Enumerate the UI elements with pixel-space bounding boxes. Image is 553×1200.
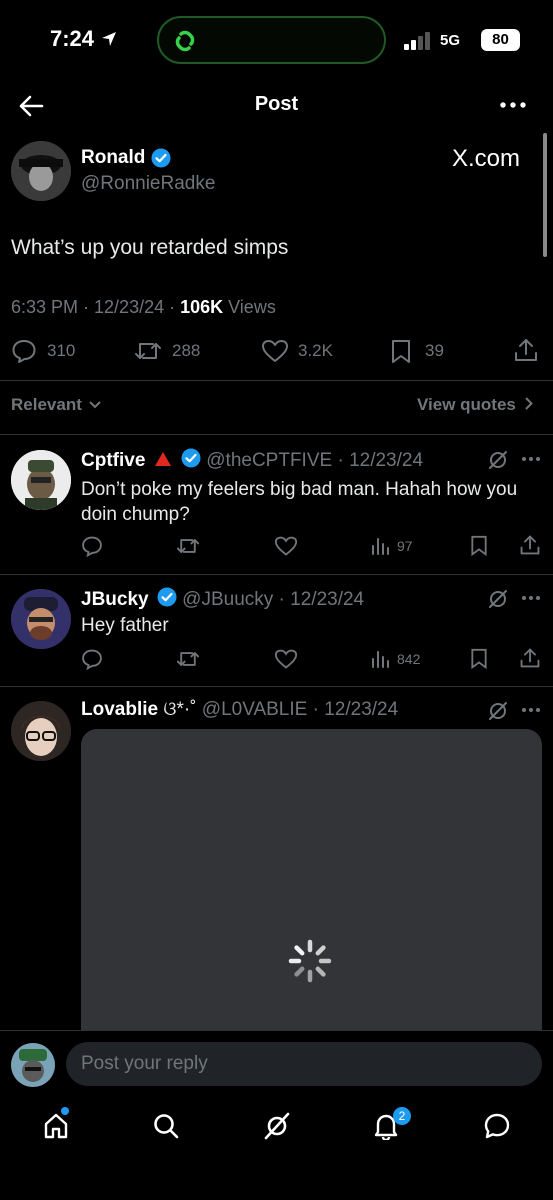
- reply-avatar[interactable]: [11, 450, 71, 510]
- reply-header: Cptfive @theCPTFIVE · 12/23/24: [81, 448, 423, 472]
- repost-icon[interactable]: [176, 535, 200, 557]
- signal-icon: [404, 32, 430, 50]
- divider: [0, 380, 553, 381]
- reply-text-line: Don’t poke my feelers big bad man. Hahah…: [81, 479, 518, 500]
- my-avatar[interactable]: [11, 1043, 55, 1087]
- avatar-image: [11, 589, 71, 649]
- share-icon[interactable]: [519, 534, 541, 556]
- location-arrow-icon: [102, 32, 117, 46]
- battery-level: 80: [481, 29, 520, 51]
- more-options-icon[interactable]: [521, 456, 541, 462]
- grok-icon[interactable]: [487, 700, 509, 722]
- loading-spinner-icon: [288, 939, 332, 983]
- dynamic-island[interactable]: [157, 16, 386, 64]
- reply-handle-date[interactable]: @L0VABLIE · 12/23/24: [202, 699, 398, 720]
- author-avatar[interactable]: [11, 141, 71, 201]
- reply-header: Lovablie ଓ*·˚ @L0VABLIE · 12/23/24: [81, 699, 398, 721]
- search-icon[interactable]: [152, 1112, 180, 1140]
- repost-icon[interactable]: [176, 648, 200, 670]
- reply-author-name[interactable]: JBucky: [81, 589, 149, 610]
- reply-count: 310: [47, 341, 76, 360]
- reply-text: Hey father: [81, 615, 169, 636]
- home-notification-dot: [61, 1107, 69, 1115]
- sort-dropdown[interactable]: Relevant: [11, 395, 101, 415]
- avatar-image: [11, 701, 71, 761]
- media-placeholder[interactable]: [81, 729, 542, 1049]
- views-count[interactable]: 106K: [180, 297, 223, 317]
- clock-text: 7:24: [50, 26, 95, 51]
- share-icon[interactable]: [513, 337, 539, 363]
- views-icon[interactable]: [371, 650, 391, 668]
- scrollbar[interactable]: [543, 133, 547, 257]
- views-count: 842: [397, 651, 421, 667]
- verified-badge-icon: [151, 148, 171, 168]
- divider: [0, 574, 553, 575]
- reply-author-name-suffix: ଓ*·˚: [163, 699, 197, 720]
- tweet-meta: 6:33 PM · 12/23/24 · 106K Views: [11, 297, 276, 318]
- tweet-text: What’s up you retarded simps: [11, 236, 289, 259]
- reply-input[interactable]: Post your reply: [66, 1042, 542, 1086]
- reply-avatar[interactable]: [11, 589, 71, 649]
- sort-label: Relevant: [11, 395, 82, 414]
- bookmark-icon[interactable]: [469, 648, 489, 670]
- like-count: 3.2K: [298, 341, 333, 360]
- author-name[interactable]: Ronald: [81, 147, 145, 169]
- grok-icon[interactable]: [487, 588, 509, 610]
- bookmark-icon[interactable]: [389, 339, 413, 365]
- author-handle[interactable]: @RonnieRadke: [81, 173, 215, 195]
- reply-avatar[interactable]: [11, 701, 71, 761]
- divider: [0, 686, 553, 687]
- reply-text-line: doin chump?: [81, 504, 190, 525]
- avatar-image: [11, 1043, 55, 1087]
- notifications-badge: 2: [393, 1107, 411, 1125]
- home-icon[interactable]: [42, 1112, 70, 1140]
- more-options-icon[interactable]: [521, 595, 541, 601]
- reply-handle-date[interactable]: @JBuucky · 12/23/24: [182, 589, 364, 610]
- reply-header: JBucky @JBuucky · 12/23/24: [81, 587, 364, 611]
- more-options-icon[interactable]: [500, 100, 526, 110]
- bookmark-icon[interactable]: [469, 535, 489, 557]
- tweet-timestamp: 6:33 PM · 12/23/24 ·: [11, 297, 181, 317]
- divider: [0, 434, 553, 435]
- red-triangle-icon: [154, 452, 171, 466]
- avatar-image: [11, 141, 71, 201]
- reply-icon[interactable]: [81, 535, 103, 557]
- reply-input-placeholder: Post your reply: [81, 1053, 208, 1074]
- like-icon[interactable]: [274, 535, 298, 557]
- reply-icon[interactable]: [11, 338, 37, 364]
- views-label: Views: [223, 297, 276, 317]
- chevron-right-icon: [524, 397, 533, 410]
- network-type: 5G: [440, 32, 461, 49]
- like-icon[interactable]: [261, 338, 289, 364]
- page-title: Post: [254, 93, 299, 115]
- view-quotes-link[interactable]: View quotes: [417, 395, 533, 415]
- grok-icon[interactable]: [487, 449, 509, 471]
- view-quotes-label: View quotes: [417, 395, 516, 414]
- reply-icon[interactable]: [81, 648, 103, 670]
- status-time: 7:24: [50, 26, 118, 52]
- like-icon[interactable]: [274, 648, 298, 670]
- share-icon[interactable]: [519, 647, 541, 669]
- grok-icon[interactable]: [263, 1111, 291, 1141]
- bookmark-count: 39: [425, 341, 444, 360]
- repost-icon[interactable]: [134, 338, 162, 364]
- repost-count: 288: [172, 341, 201, 360]
- reply-author-name[interactable]: Lovablie: [81, 699, 158, 720]
- reply-handle-date[interactable]: @theCPTFIVE · 12/23/24: [206, 450, 423, 471]
- chevron-down-icon: [88, 401, 101, 409]
- status-bar: 7:24 5G 80: [0, 0, 553, 80]
- link-icon: [175, 30, 195, 52]
- reply-author-name[interactable]: Cptfive: [81, 450, 145, 471]
- more-options-icon[interactable]: [521, 707, 541, 713]
- views-icon[interactable]: [371, 537, 391, 555]
- avatar-image: [11, 450, 71, 510]
- views-count: 97: [397, 538, 413, 554]
- verified-badge-icon: [181, 448, 201, 468]
- messages-icon[interactable]: [483, 1112, 511, 1140]
- verified-badge-icon: [157, 587, 177, 607]
- reply-text: Don’t poke my feelers big bad man. Hahah…: [81, 477, 517, 527]
- source-label: X.com: [452, 145, 521, 172]
